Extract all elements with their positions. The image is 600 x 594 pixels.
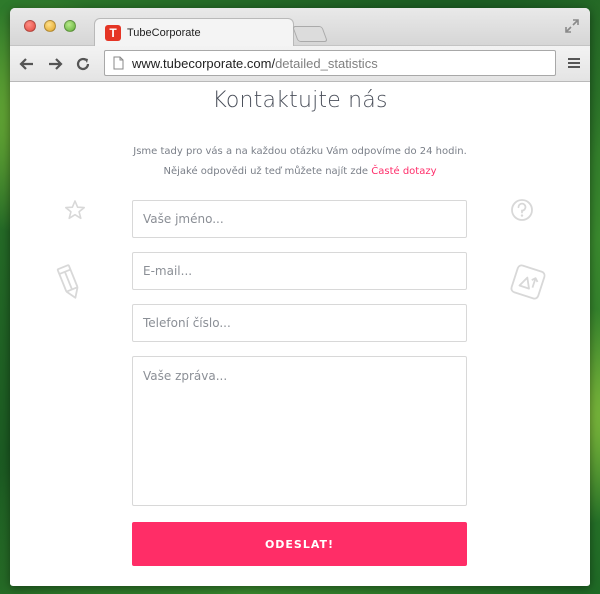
- reload-icon: [76, 57, 90, 70]
- forward-arrow-icon: [49, 57, 63, 70]
- forward-button[interactable]: [44, 53, 66, 75]
- zoom-window-button[interactable]: [64, 20, 76, 32]
- close-window-button[interactable]: [24, 20, 36, 32]
- faq-prefix: Nějaké odpovědi už teď můžete najít zde: [163, 166, 372, 177]
- new-tab-button[interactable]: [292, 26, 328, 42]
- phone-input[interactable]: Telefoní číslo...: [132, 304, 467, 342]
- pencil-icon: [56, 264, 79, 299]
- back-button[interactable]: [16, 53, 38, 75]
- favicon-icon: T: [105, 25, 121, 41]
- star-icon: [65, 200, 85, 220]
- email-input[interactable]: E-mail...: [132, 252, 467, 290]
- browser-tab[interactable]: T TubeCorporate: [94, 18, 294, 47]
- address-bar[interactable]: www.tubecorporate.com/detailed_statistic…: [104, 50, 556, 76]
- back-arrow-icon: [19, 57, 33, 70]
- tab-title: TubeCorporate: [127, 27, 201, 39]
- url-path: detailed_statistics: [275, 55, 378, 71]
- faq-text: Nějaké odpovědi už teď můžete najít zde …: [10, 166, 590, 177]
- browser-toolbar: www.tubecorporate.com/detailed_statistic…: [10, 46, 590, 82]
- minimize-window-button[interactable]: [44, 20, 56, 32]
- message-textarea[interactable]: Vaše zpráva...: [132, 356, 467, 506]
- fullscreen-icon[interactable]: [564, 18, 580, 34]
- menu-icon[interactable]: [566, 55, 582, 71]
- url-host: www.tubecorporate.com/: [132, 55, 276, 71]
- titlebar: T TubeCorporate: [10, 8, 590, 47]
- page-content: Kontaktujte nás Jsme tady pro vás a na k…: [10, 82, 590, 585]
- question-icon: [511, 199, 533, 221]
- page-title: Kontaktujte nás: [212, 88, 388, 113]
- window-controls: [24, 20, 76, 32]
- page-icon: [113, 56, 124, 70]
- url-text: www.tubecorporate.com/detailed_statistic…: [132, 56, 378, 71]
- name-input[interactable]: Vaše jméno...: [132, 200, 467, 238]
- intro-text: Jsme tady pro vás a na každou otázku Vám…: [133, 146, 467, 157]
- submit-button[interactable]: ODESLAT!: [132, 522, 467, 566]
- browser-window: T TubeCorporate www.tubecorporate.com/de…: [10, 8, 590, 586]
- faq-link[interactable]: Časté dotazy: [371, 166, 436, 177]
- dice-icon: [510, 264, 546, 300]
- reload-button[interactable]: [72, 53, 94, 75]
